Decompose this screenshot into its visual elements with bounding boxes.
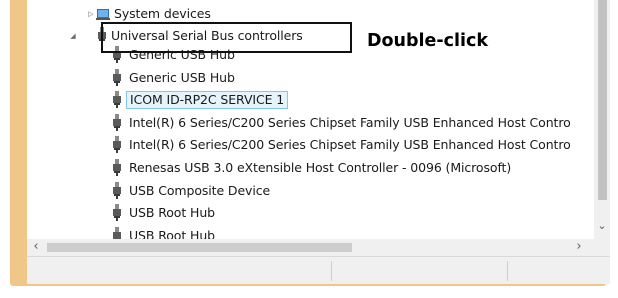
scroll-left-arrow-icon[interactable]: ‹ xyxy=(30,240,42,253)
usb-plug-icon xyxy=(113,68,121,86)
collapse-icon[interactable]: ◢ xyxy=(68,31,78,41)
status-divider xyxy=(507,261,508,281)
usb-plug-icon xyxy=(113,136,121,154)
usb-plug-icon xyxy=(113,181,121,199)
system-devices-icon xyxy=(96,9,110,20)
tree-row-usb-device[interactable]: Renesas USB 3.0 eXtensible Host Controll… xyxy=(27,157,594,179)
vertical-scroll-thumb[interactable] xyxy=(598,0,607,200)
callout-double-click-label: Double-click xyxy=(367,31,489,51)
window-frame: ▷ System devices ◢ Universal Serial Bus … xyxy=(10,0,610,286)
expand-icon[interactable]: ▷ xyxy=(86,9,96,19)
status-divider xyxy=(331,261,332,281)
tree-label-usb-device: USB Composite Device xyxy=(129,182,271,198)
status-bar xyxy=(27,256,610,284)
vertical-scrollbar[interactable]: ⌄ xyxy=(594,0,610,239)
tree-label-usb-device: USB Root Hub xyxy=(129,205,215,221)
tree-label-usb-device: ICOM ID-RP2C SERVICE 1 xyxy=(126,91,289,110)
scrollbar-corner xyxy=(594,239,610,256)
tree-row-usb-device[interactable]: USB Composite Device xyxy=(27,180,594,202)
tree-label-usb-device: Renesas USB 3.0 eXtensible Host Controll… xyxy=(129,160,512,175)
tree-label-usb-device: Intel(R) 6 Series/C200 Series Chipset Fa… xyxy=(129,114,571,130)
horizontal-scroll-thumb[interactable] xyxy=(47,243,352,252)
tree-label-usb-device: USB Root Hub xyxy=(129,227,215,239)
tree-row-usb-device[interactable]: USB Root Hub xyxy=(27,225,594,239)
tree-label-usb-device: Generic USB Hub xyxy=(129,69,235,85)
horizontal-scrollbar[interactable]: ‹ › xyxy=(27,239,594,256)
scroll-right-arrow-icon[interactable]: › xyxy=(573,240,585,253)
tree-row-usb-device[interactable]: ICOM ID-RP2C SERVICE 1 xyxy=(27,89,594,111)
tree-label-usb-device: Intel(R) 6 Series/C200 Series Chipset Fa… xyxy=(129,137,571,153)
scroll-down-arrow-icon[interactable]: ⌄ xyxy=(596,220,608,232)
tree-row-usb-device[interactable]: USB Root Hub xyxy=(27,202,594,224)
usb-plug-icon xyxy=(113,204,121,222)
usb-plug-icon xyxy=(113,113,121,131)
device-tree-viewport: ▷ System devices ◢ Universal Serial Bus … xyxy=(27,0,594,239)
callout-highlight-box xyxy=(101,22,352,53)
tree-row-usb-device[interactable]: Intel(R) 6 Series/C200 Series Chipset Fa… xyxy=(27,112,594,134)
tree-row-usb-device[interactable]: Generic USB Hub xyxy=(27,67,594,89)
tree-label-system-devices: System devices xyxy=(114,6,211,21)
usb-plug-icon xyxy=(113,159,121,176)
usb-plug-icon xyxy=(113,226,121,239)
usb-plug-icon xyxy=(113,91,121,109)
tree-row-usb-device[interactable]: Intel(R) 6 Series/C200 Series Chipset Fa… xyxy=(27,134,594,156)
